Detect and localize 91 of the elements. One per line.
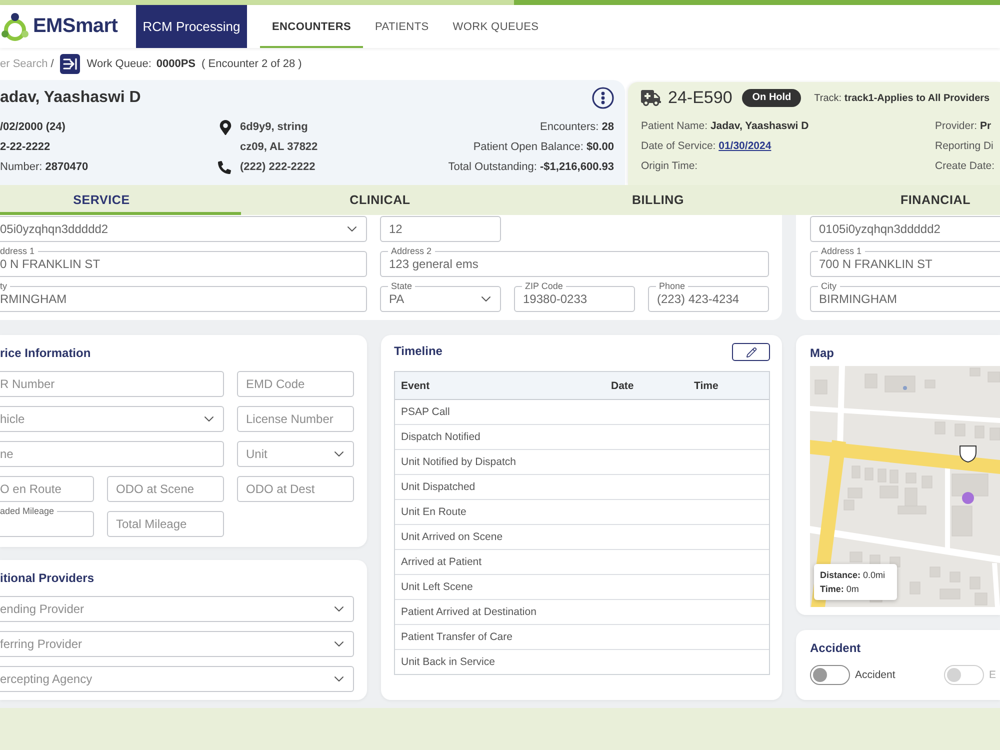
encounter-info-text: Provider: Pr [935,119,992,134]
select-field[interactable]: 05i0yzqhqn3ddddd2 [0,216,367,242]
event-text: Unit Back in Service [401,656,495,668]
column-header: Time [694,380,718,392]
field-label: ty [0,281,10,292]
encounter-info-text: Reporting Di [935,139,994,154]
card-title: itional Providers [0,570,94,586]
ambulance-icon [641,88,661,108]
event-text: Unit Left Scene [401,581,473,593]
phone-text: (222) 222-2222 [240,160,316,175]
card-title: rice Information [0,345,91,361]
breadcrumb-separator: / [50,58,54,70]
toggle-label: Accident [855,669,896,681]
queue-label: Work Queue: [86,58,152,70]
card-title: Accident [810,640,861,656]
address-text: cz09, AL 37822 [240,140,318,155]
event-text: Patient Transfer of Care [401,631,512,643]
section-tab[interactable]: CLINICAL [241,188,519,215]
logo-text: EMSmart [33,15,118,38]
input-field[interactable]: EMD Code [237,371,354,397]
route-info-text: Distance: 0.0mi [820,569,886,582]
input-field[interactable]: ne [0,441,224,467]
select-field[interactable]: Unit [237,441,354,467]
logo-icon [1,12,29,42]
vertical-dots-icon [592,87,614,109]
column-header: Event [401,380,430,392]
event-text: Patient Arrived at Destination [401,606,536,618]
patient-stat-text: Total Outstanding: -$1,216,600.93 [448,160,614,175]
toggle-label: E [989,669,996,681]
encounter-info-text: Date of Service: 01/30/2024 [641,139,772,154]
event-text: Unit Dispatched [401,481,476,493]
field-label: ddress 1 [0,246,38,257]
select-field[interactable]: ercepting Agency [0,666,354,692]
encounter-info-text: Origin Time: [641,159,698,174]
card-title: Map [810,345,834,361]
module-button[interactable]: RCM Processing [136,5,247,48]
patient-info-text: /02/2000 (24) [0,120,66,135]
event-text: Dispatch Notified [401,431,480,443]
list-arrow-icon [62,58,77,70]
section-tab[interactable]: FINANCIAL [797,188,1000,215]
nav-tab[interactable]: PATIENTS [363,5,441,48]
input-field[interactable]: O en Route [0,476,94,502]
queue-position: ( Encounter 2 of 28 ) [202,58,302,70]
section-tab[interactable]: BILLING [519,188,797,215]
select-field[interactable]: hicle [0,406,224,432]
edit-button[interactable] [732,343,770,361]
event-text: Unit Arrived on Scene [401,531,503,543]
queue-id: 0000PS [156,58,196,70]
field-label: Address 1 [818,246,865,257]
nav-tab[interactable]: WORK QUEUES [440,5,551,48]
input-field[interactable]: ODO at Scene [107,476,224,502]
select-field[interactable]: ferring Provider [0,631,354,657]
patient-name: adav, Yaashaswi D [0,89,141,107]
patient-info-text: Number: 2870470 [0,160,88,175]
input-field[interactable]: 12 [380,216,501,242]
column-header: Date [611,380,634,392]
input-field[interactable]: R Number [0,371,224,397]
field-label: ZIP Code [522,281,566,292]
encounter-info-text: Create Date: [935,159,995,174]
input-field[interactable]: ODO at Dest [237,476,354,502]
work-queue-button[interactable] [60,54,80,74]
card-title: Timeline [394,343,442,359]
patient-stat-text: Patient Open Balance: $0.00 [473,140,614,155]
field-label: aded Mileage [0,506,58,517]
input-field[interactable]: License Number [237,406,354,432]
date-link[interactable]: 01/30/2024 [718,140,772,152]
more-button[interactable] [592,87,614,109]
event-text: Unit Notified by Dispatch [401,456,516,468]
event-text: Unit En Route [401,506,466,518]
select-field[interactable]: ending Provider [0,596,354,622]
route-info-text: Time: 0m [820,583,859,596]
nav-tab[interactable]: ENCOUNTERS [260,5,364,48]
event-text: PSAP Call [401,406,450,418]
address-text: 6d9y9, string [240,120,308,135]
pencil-icon [746,346,756,358]
field-label: Phone [656,281,688,292]
input-field[interactable]: Total Mileage [107,511,224,537]
location-pin-icon [218,120,233,134]
encounter-info-text: Patient Name: Jadav, Yaashaswi D [641,119,809,134]
status-badge: On Hold [742,89,802,107]
toggle-switch[interactable] [810,665,850,685]
track-text: Track: track1-Applies to All Providers [814,92,990,104]
field-label: Address 2 [388,246,435,257]
phone-icon [218,160,231,174]
event-text: Arrived at Patient [401,556,482,568]
encounter-number: 24-E590 [668,88,732,108]
patient-stat-text: Encounters: 28 [540,120,614,135]
field-label: State [388,281,416,292]
patient-info-text: 2-22-2222 [0,140,50,155]
input-field[interactable]: 0105i0yzqhqn3ddddd2 [810,216,1000,242]
field-label: City [818,281,840,292]
